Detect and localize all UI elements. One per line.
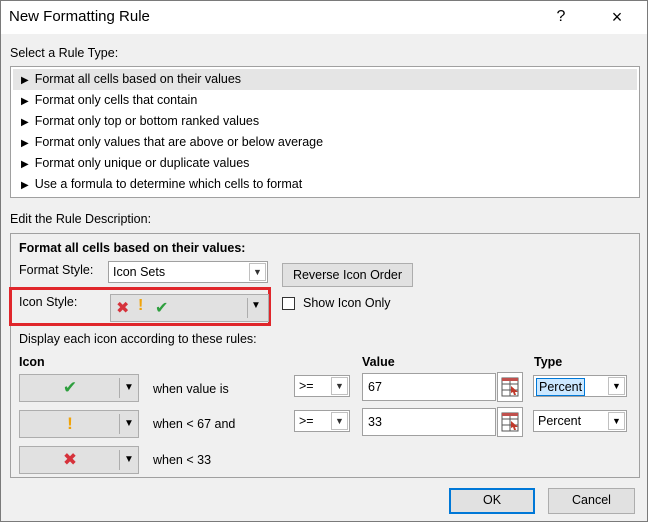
chevron-down-icon[interactable]: ▼ bbox=[249, 263, 266, 281]
icon-style-select[interactable]: ✖ ! ✔ ▼ bbox=[110, 294, 269, 322]
yellow-exclamation-icon: ! bbox=[138, 297, 144, 314]
green-check-icon: ✔ bbox=[155, 300, 169, 317]
icon-select-2[interactable]: ! ▼ bbox=[19, 410, 139, 438]
type-select-1[interactable]: Percent ▼ bbox=[533, 375, 627, 397]
combo-divider bbox=[119, 378, 120, 398]
arrow-right-icon: ▶ bbox=[21, 180, 29, 191]
rule-type-item-label: Format only values that are above or bel… bbox=[34, 135, 324, 149]
combo-divider bbox=[119, 414, 120, 434]
red-x-icon: ✖ bbox=[62, 450, 78, 469]
column-header-type: Type bbox=[534, 355, 563, 369]
operator-value: >= bbox=[299, 379, 314, 393]
value-text: 67 bbox=[368, 380, 382, 394]
show-icon-only-checkbox[interactable] bbox=[282, 297, 295, 310]
type-select-2[interactable]: Percent ▼ bbox=[533, 410, 627, 432]
operator-value: >= bbox=[299, 414, 314, 428]
rule-type-item-label: Format all cells based on their values bbox=[34, 72, 242, 86]
arrow-right-icon: ▶ bbox=[21, 138, 29, 149]
rule-type-item-label: Format only top or bottom ranked values bbox=[34, 114, 260, 128]
type-value: Percent bbox=[538, 414, 582, 428]
arrow-right-icon: ▶ bbox=[21, 96, 29, 107]
window-title: New Formatting Rule bbox=[9, 8, 150, 25]
rule-type-item[interactable]: ▶ Format only values that are above or be… bbox=[13, 132, 637, 153]
reverse-icon-order-button[interactable]: Reverse Icon Order bbox=[282, 263, 413, 287]
title-bar: New Formatting Rule ? × bbox=[1, 1, 647, 34]
show-icon-only-label: Show Icon Only bbox=[303, 296, 391, 310]
red-x-icon: ✖ bbox=[116, 300, 130, 317]
column-header-value: Value bbox=[362, 355, 395, 369]
rule-type-item[interactable]: ▶ Format only unique or duplicate values bbox=[13, 153, 637, 174]
operator-select-1[interactable]: >= ▼ bbox=[294, 375, 350, 397]
chevron-down-icon[interactable]: ▼ bbox=[608, 412, 625, 430]
format-style-label: Format Style: bbox=[19, 263, 94, 277]
rule-type-item[interactable]: ▶ Format only top or bottom ranked values bbox=[13, 111, 637, 132]
chevron-down-icon[interactable]: ▼ bbox=[608, 377, 625, 395]
display-rules-label: Display each icon according to these rul… bbox=[19, 332, 257, 346]
cancel-button[interactable]: Cancel bbox=[548, 488, 635, 514]
range-selector-icon bbox=[501, 377, 519, 397]
combo-divider bbox=[119, 450, 120, 470]
format-style-select[interactable]: Icon Sets ▼ bbox=[108, 261, 268, 283]
icon-select-1[interactable]: ✔ ▼ bbox=[19, 374, 139, 402]
rule-type-label: Select a Rule Type: bbox=[10, 46, 119, 60]
value-input-2[interactable]: 33 bbox=[362, 408, 496, 436]
rule-type-item[interactable]: ▶ Format only cells that contain bbox=[13, 90, 637, 111]
chevron-down-icon[interactable]: ▼ bbox=[331, 377, 348, 395]
arrow-right-icon: ▶ bbox=[21, 117, 29, 128]
chevron-down-icon[interactable]: ▼ bbox=[251, 300, 261, 311]
type-value: Percent bbox=[536, 378, 586, 396]
close-icon[interactable]: × bbox=[602, 5, 632, 29]
chevron-down-icon[interactable]: ▼ bbox=[331, 412, 348, 430]
description-heading: Format all cells based on their values: bbox=[19, 241, 246, 255]
range-selector-button-2[interactable] bbox=[497, 407, 523, 437]
value-input-1[interactable]: 67 bbox=[362, 373, 496, 401]
arrow-right-icon: ▶ bbox=[21, 159, 29, 170]
chevron-down-icon[interactable]: ▼ bbox=[124, 454, 134, 465]
rule-type-item-label: Use a formula to determine which cells t… bbox=[34, 177, 303, 191]
yellow-exclamation-icon: ! bbox=[67, 414, 73, 433]
combo-divider bbox=[247, 298, 248, 318]
range-selector-icon bbox=[501, 412, 519, 432]
ok-button[interactable]: OK bbox=[449, 488, 535, 514]
chevron-down-icon[interactable]: ▼ bbox=[124, 418, 134, 429]
rule-condition-text: when value is bbox=[153, 382, 229, 396]
rule-description-label: Edit the Rule Description: bbox=[10, 212, 152, 226]
icon-style-label: Icon Style: bbox=[19, 295, 78, 309]
green-check-icon: ✔ bbox=[62, 378, 78, 397]
format-style-value: Icon Sets bbox=[113, 265, 166, 279]
range-selector-button-1[interactable] bbox=[497, 372, 523, 402]
arrow-right-icon: ▶ bbox=[21, 75, 29, 86]
help-icon[interactable]: ? bbox=[546, 5, 576, 29]
rule-type-list: ▶ Format all cells based on their values … bbox=[10, 66, 640, 198]
rule-condition-text: when < 67 and bbox=[153, 417, 236, 431]
rule-type-item[interactable]: ▶ Format all cells based on their values bbox=[13, 69, 637, 90]
column-header-icon: Icon bbox=[19, 355, 45, 369]
new-formatting-rule-dialog: New Formatting Rule ? × Select a Rule Ty… bbox=[0, 0, 648, 522]
rule-type-item[interactable]: ▶ Use a formula to determine which cells … bbox=[13, 174, 637, 195]
value-text: 33 bbox=[368, 415, 382, 429]
icon-select-3[interactable]: ✖ ▼ bbox=[19, 446, 139, 474]
chevron-down-icon[interactable]: ▼ bbox=[124, 382, 134, 393]
operator-select-2[interactable]: >= ▼ bbox=[294, 410, 350, 432]
rule-condition-text: when < 33 bbox=[153, 453, 212, 467]
rule-type-item-label: Format only cells that contain bbox=[34, 93, 198, 107]
rule-type-item-label: Format only unique or duplicate values bbox=[34, 156, 250, 170]
